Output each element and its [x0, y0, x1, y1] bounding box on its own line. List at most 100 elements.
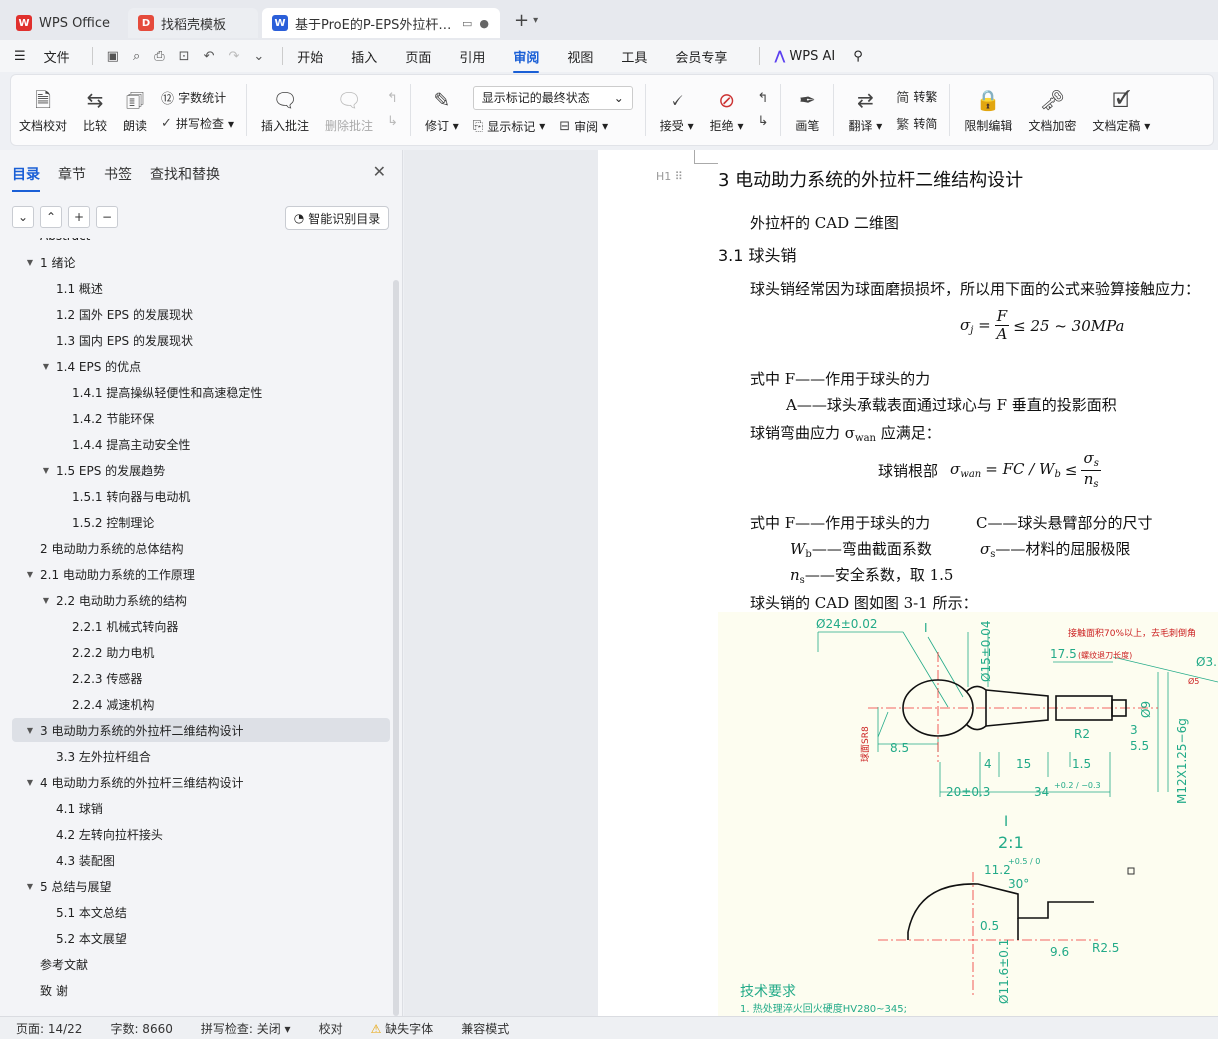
to-simplified-button[interactable]: 繁转简: [896, 114, 937, 133]
menu-home[interactable]: 开始: [297, 47, 323, 66]
save-icon[interactable]: ▣: [107, 49, 119, 64]
encrypt-button[interactable]: 🗝 文档加密: [1020, 78, 1084, 142]
caret-down-icon[interactable]: ▼: [24, 726, 36, 735]
print-preview-icon[interactable]: ⊡: [179, 49, 190, 64]
menu-membership[interactable]: 会员专享: [675, 47, 727, 66]
toc-item[interactable]: 4.3 装配图: [12, 848, 390, 872]
menu-file[interactable]: 文件: [44, 47, 70, 66]
toc-item[interactable]: 2.2.4 减速机构: [12, 692, 390, 716]
toc-item[interactable]: Abstract: [12, 238, 390, 248]
heading-level-marker[interactable]: H1 ⠿: [656, 170, 683, 183]
toc-item[interactable]: 1.5.2 控制理论: [12, 510, 390, 534]
nav-tab-bookmarks[interactable]: 书签: [104, 164, 132, 184]
status-spell-check[interactable]: 拼写检查: 关闭 ▾: [201, 1020, 291, 1037]
caret-down-icon[interactable]: ▼: [24, 570, 36, 579]
caret-down-icon[interactable]: ▼: [40, 466, 52, 475]
toc-item[interactable]: ▼ 1 绪论: [12, 250, 390, 274]
toc-item[interactable]: 1.2 国外 EPS 的发展现状: [12, 302, 390, 326]
menu-view[interactable]: 视图: [567, 47, 593, 66]
nav-tab-sections[interactable]: 章节: [58, 164, 86, 184]
translate-button[interactable]: ⇄ 翻译 ▾: [840, 78, 890, 142]
insert-comment-button[interactable]: 🗨 插入批注: [253, 78, 317, 142]
read-aloud-button[interactable]: 🗊 朗读: [115, 78, 155, 142]
prev-comment-button[interactable]: ↰: [387, 91, 398, 106]
next-comment-button[interactable]: ↳: [387, 114, 398, 129]
toc-item[interactable]: ▼ 5 总结与展望: [12, 874, 390, 898]
tab-wps-office[interactable]: W WPS Office: [6, 8, 124, 38]
chevron-down-icon[interactable]: ▾: [533, 15, 538, 26]
caret-down-icon[interactable]: ▼: [40, 362, 52, 371]
status-proof[interactable]: 校对: [319, 1020, 343, 1037]
status-missing-font[interactable]: ⚠ 缺失字体: [371, 1020, 434, 1037]
collapse-icon[interactable]: ⌄: [12, 206, 34, 228]
print-icon[interactable]: ⎙: [154, 49, 164, 64]
toc-item[interactable]: 1.3 国内 EPS 的发展现状: [12, 328, 390, 352]
menu-wps-ai[interactable]: WPS AI: [789, 49, 835, 64]
status-words[interactable]: 字数: 8660: [110, 1020, 172, 1037]
chevron-down-icon[interactable]: ⌄: [253, 49, 264, 64]
menu-page[interactable]: 页面: [405, 47, 431, 66]
caret-down-icon[interactable]: ▼: [24, 882, 36, 891]
resize-handle[interactable]: [1127, 867, 1135, 875]
toc-item[interactable]: 4.2 左转向拉杆接头: [12, 822, 390, 846]
tab-docer-templates[interactable]: D 找稻壳模板: [128, 8, 258, 38]
toc-item[interactable]: 致 谢: [12, 978, 390, 1002]
toc-item[interactable]: 3.3 左外拉杆组合: [12, 744, 390, 768]
delete-comment-button[interactable]: 🗨 删除批注: [317, 78, 381, 142]
smart-toc-button[interactable]: ◔ 智能识别目录: [285, 206, 389, 230]
unsaved-dot-icon[interactable]: ●: [479, 17, 489, 30]
menu-tools[interactable]: 工具: [621, 47, 647, 66]
finalize-button[interactable]: 🗹 文档定稿 ▾: [1084, 78, 1158, 142]
prev-revision-button[interactable]: ↰: [758, 91, 769, 106]
nav-tab-toc[interactable]: 目录: [12, 164, 40, 192]
nav-tab-find-replace[interactable]: 查找和替换: [150, 164, 220, 184]
word-count-button[interactable]: ⑫ 字数统计: [161, 88, 234, 107]
pen-button[interactable]: ✒ 画笔: [787, 78, 827, 142]
tab-current-document[interactable]: W 基于ProE的P-EPS外拉杆结构设计 ▭ ●: [262, 8, 500, 38]
cad-drawing-image[interactable]: Ø24±0.02 I Ø15±0.04 接触面积70%以上，去毛刺倒角 17.5…: [718, 612, 1218, 1016]
toc-item[interactable]: 1.4.4 提高主动安全性: [12, 432, 390, 456]
expand-icon[interactable]: ⌃: [40, 206, 62, 228]
toc-scrollbar[interactable]: [393, 280, 399, 1016]
menu-review[interactable]: 审阅: [513, 47, 540, 73]
toc-item[interactable]: 5.2 本文展望: [12, 926, 390, 950]
toc-item[interactable]: 参考文献: [12, 952, 390, 976]
toc-item[interactable]: 2.2.3 传感器: [12, 666, 390, 690]
to-traditional-button[interactable]: 简转繁: [896, 87, 937, 106]
close-icon[interactable]: ✕: [373, 162, 386, 181]
share-icon[interactable]: ⌕: [133, 49, 140, 64]
compare-button[interactable]: ⇆ 比较: [75, 78, 115, 142]
reject-button[interactable]: ⊘ 拒绝 ▾: [702, 78, 752, 142]
search-icon[interactable]: ⚲: [853, 49, 863, 64]
new-tab-plus-icon[interactable]: +: [514, 10, 529, 31]
accept-button[interactable]: 🗸 接受 ▾: [652, 78, 702, 142]
menu-insert[interactable]: 插入: [351, 47, 377, 66]
caret-down-icon[interactable]: ▼: [24, 778, 36, 787]
restrict-edit-button[interactable]: 🔒 限制编辑: [956, 78, 1020, 142]
toc-item[interactable]: ▼ 1.5 EPS 的发展趋势: [12, 458, 390, 482]
toc-item[interactable]: ▼ 1.4 EPS 的优点: [12, 354, 390, 378]
toc-item[interactable]: 1.5.1 转向器与电动机: [12, 484, 390, 508]
next-revision-button[interactable]: ↳: [758, 114, 769, 129]
revise-button[interactable]: ✎ 修订 ▾: [417, 78, 467, 142]
remove-icon[interactable]: −: [96, 206, 118, 228]
caret-down-icon[interactable]: ▼: [40, 596, 52, 605]
show-markup-button[interactable]: ⎘ 显示标记 ▾: [473, 118, 545, 135]
toc-item[interactable]: 2.2.1 机械式转向器: [12, 614, 390, 638]
toc-item[interactable]: 1.1 概述: [12, 276, 390, 300]
toc-item[interactable]: 4.1 球销: [12, 796, 390, 820]
toc-item[interactable]: 5.1 本文总结: [12, 900, 390, 924]
undo-icon[interactable]: ↶: [204, 49, 215, 64]
toc-item[interactable]: 1.4.2 节能环保: [12, 406, 390, 430]
redo-icon[interactable]: ↷: [228, 49, 239, 64]
menu-references[interactable]: 引用: [459, 47, 485, 66]
review-pane-button[interactable]: ⊟ 审阅 ▾: [559, 118, 608, 135]
doc-check-button[interactable]: 🗎 文档校对: [11, 78, 75, 142]
status-compat-mode[interactable]: 兼容模式: [461, 1020, 509, 1037]
add-icon[interactable]: +: [68, 206, 90, 228]
hamburger-icon[interactable]: ☰: [14, 49, 26, 64]
toc-item[interactable]: ▼ 4 电动助力系统的外拉杆三维结构设计: [12, 770, 390, 794]
toc-item[interactable]: ▼ 2.1 电动助力系统的工作原理: [12, 562, 390, 586]
caret-down-icon[interactable]: ▼: [24, 258, 36, 267]
toc-item[interactable]: 2 电动助力系统的总体结构: [12, 536, 390, 560]
